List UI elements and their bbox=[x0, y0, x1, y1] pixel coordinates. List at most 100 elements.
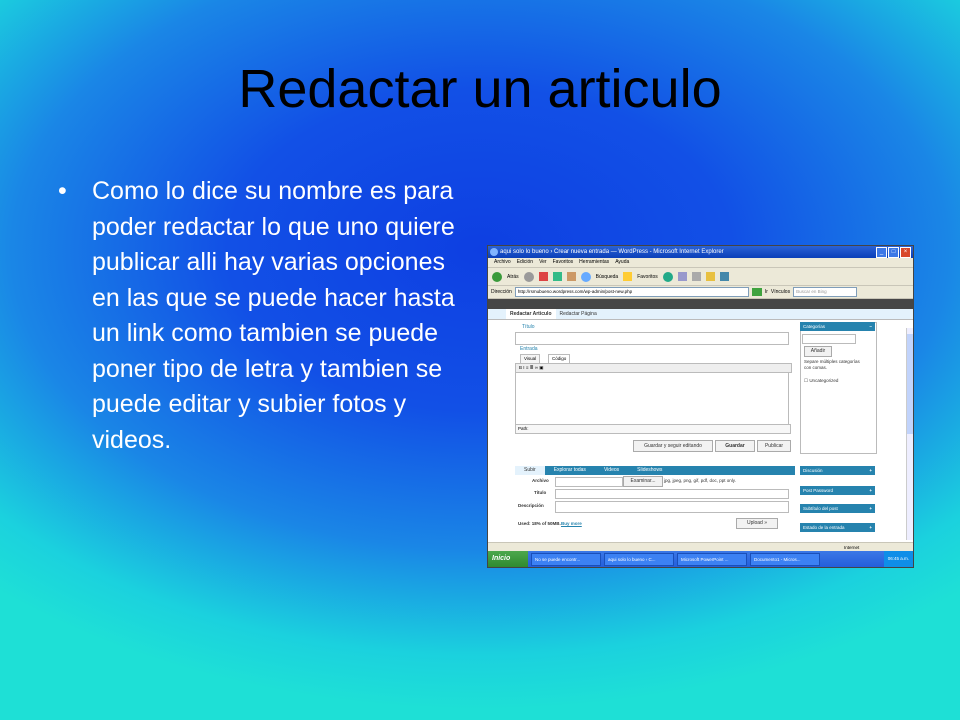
title-input[interactable] bbox=[515, 332, 789, 345]
address-label: Dirección bbox=[491, 289, 512, 295]
description-input[interactable] bbox=[555, 501, 789, 513]
home-icon[interactable] bbox=[566, 272, 576, 281]
menu-favoritos[interactable]: Favoritos bbox=[553, 258, 574, 267]
tab-videos[interactable]: Videos bbox=[595, 466, 628, 475]
post-password-panel[interactable]: Post Password + bbox=[800, 486, 875, 495]
browser-toolbar: Atrás Búsqueda Favoritos bbox=[488, 268, 913, 286]
bullet-dot-icon: • bbox=[58, 177, 67, 205]
close-button[interactable]: × bbox=[900, 247, 911, 258]
buy-more-link[interactable]: Buy more bbox=[561, 521, 582, 526]
folder-icon[interactable] bbox=[705, 272, 715, 281]
go-label[interactable]: Ir bbox=[765, 289, 768, 295]
search-icon[interactable] bbox=[580, 271, 591, 282]
mail-icon[interactable] bbox=[677, 272, 687, 281]
uncategorized-label: Uncategorized bbox=[809, 378, 839, 383]
back-label[interactable]: Atrás bbox=[507, 274, 519, 280]
refresh-icon[interactable] bbox=[552, 272, 562, 281]
image-icon[interactable]: ▣ bbox=[539, 365, 543, 370]
link-icon[interactable]: ∞ bbox=[535, 365, 538, 370]
scroll-thumb[interactable] bbox=[907, 334, 913, 434]
start-button[interactable]: Inicio bbox=[488, 551, 528, 567]
stop-icon[interactable] bbox=[538, 272, 548, 281]
tab-slideshows[interactable]: Slideshows bbox=[628, 466, 671, 475]
back-arrow-icon[interactable] bbox=[492, 271, 502, 282]
italic-icon[interactable]: I bbox=[523, 365, 524, 370]
add-category-button[interactable]: Añadir bbox=[804, 346, 832, 357]
discussion-panel[interactable]: Discusión + bbox=[800, 466, 875, 475]
taskbar-item-1[interactable]: No se puede encontr... bbox=[531, 552, 601, 566]
upload-title-input[interactable] bbox=[555, 489, 789, 499]
tab-explorar-todas[interactable]: Explorar todas bbox=[545, 466, 595, 475]
expand-icon[interactable]: + bbox=[869, 504, 872, 513]
post-status-panel[interactable]: Estado de la entrada + bbox=[800, 523, 875, 532]
expand-icon[interactable]: + bbox=[869, 523, 872, 532]
post-status-label: Estado de la entrada bbox=[803, 525, 845, 530]
system-tray-clock: 06:45 a.m. bbox=[883, 551, 913, 567]
entrada-label: Entrada bbox=[520, 346, 538, 352]
categories-title: Categorías bbox=[803, 324, 826, 329]
post-subtitle-label: Subtítulo del post bbox=[803, 506, 838, 511]
forward-arrow-icon[interactable] bbox=[523, 271, 534, 282]
bullet-text: Como lo dice su nombre es para poder red… bbox=[92, 177, 455, 454]
taskbar-item-2[interactable]: aqui solo lo bueno › C... bbox=[604, 552, 674, 566]
go-arrow-icon[interactable] bbox=[751, 288, 762, 296]
minimize-button[interactable]: _ bbox=[876, 247, 887, 258]
list-icon[interactable]: ≡ bbox=[526, 365, 529, 370]
print-icon[interactable] bbox=[691, 272, 701, 281]
address-bar: Dirección http://rsmubueno.wordpress.com… bbox=[488, 286, 913, 299]
slide-background: Redactar un articulo • Como lo dice su n… bbox=[0, 0, 960, 720]
post-password-label: Post Password bbox=[803, 488, 834, 493]
uncategorized-checkbox-row[interactable]: ☐ Uncategorized bbox=[804, 378, 838, 384]
wp-editor-area: Título Entrada Visual Código B I ≡ ≣ ∞ ▣… bbox=[488, 322, 913, 540]
messenger-icon[interactable] bbox=[719, 272, 729, 281]
menu-archivo[interactable]: Archivo bbox=[494, 258, 511, 267]
post-subtitle-panel[interactable]: Subtítulo del post + bbox=[800, 504, 875, 513]
vertical-scrollbar[interactable] bbox=[906, 328, 913, 540]
expand-icon[interactable]: + bbox=[869, 486, 872, 495]
bold-icon[interactable]: B bbox=[519, 365, 522, 370]
collapse-icon[interactable]: − bbox=[869, 322, 872, 331]
usage-text: Used: 18% of 50MB. bbox=[518, 521, 561, 526]
upload-button[interactable]: Upload » bbox=[736, 518, 778, 529]
categories-hint: Separe múltiples categorías con comas. bbox=[804, 359, 860, 370]
menu-ver[interactable]: Ver bbox=[539, 258, 547, 267]
publish-button[interactable]: Publicar bbox=[757, 440, 791, 452]
menu-bar: Archivo Edición Ver Favoritos Herramient… bbox=[488, 258, 913, 268]
expand-icon[interactable]: + bbox=[869, 466, 872, 475]
favorites-star-icon[interactable] bbox=[623, 272, 633, 281]
tab-redactar-pagina[interactable]: Redactar Página bbox=[556, 309, 601, 319]
wp-admin-header bbox=[488, 299, 913, 309]
save-button[interactable]: Guardar bbox=[715, 440, 755, 452]
upload-tabs: Subir Explorar todas Videos Slideshows bbox=[515, 466, 795, 475]
checkbox-icon[interactable]: ☐ bbox=[804, 378, 808, 383]
history-icon[interactable] bbox=[662, 271, 673, 282]
menu-herramientas[interactable]: Herramientas bbox=[579, 258, 609, 267]
save-continue-button[interactable]: Guardar y seguir editando bbox=[633, 440, 713, 452]
post-content-textarea[interactable] bbox=[515, 372, 789, 426]
upload-titulo-label: Título bbox=[534, 490, 547, 495]
address-input[interactable]: http://rsmubueno.wordpress.com/wp-admin/… bbox=[514, 287, 749, 297]
maximize-button[interactable]: □ bbox=[888, 247, 899, 258]
path-bar: Path: bbox=[515, 424, 791, 434]
tab-redactar-articulo[interactable]: Redactar Articulo bbox=[506, 309, 556, 319]
examinar-button[interactable]: Examinar... bbox=[623, 476, 663, 487]
align-icon[interactable]: ≣ bbox=[530, 365, 534, 370]
wp-tabs: Redactar Articulo Redactar Página bbox=[488, 309, 913, 320]
links-label[interactable]: Vínculos bbox=[771, 289, 790, 295]
category-input[interactable] bbox=[802, 334, 856, 344]
window-title: aqui solo lo bueno › Crear nueva entrada… bbox=[500, 249, 724, 255]
search-label[interactable]: Búsqueda bbox=[596, 274, 619, 280]
categories-header[interactable]: Categorías − bbox=[800, 322, 875, 331]
archivo-label: Archivo bbox=[532, 478, 549, 483]
discussion-label: Discusión bbox=[803, 468, 823, 473]
taskbar-item-4[interactable]: Documento1 - Micros... bbox=[750, 552, 820, 566]
favorites-label[interactable]: Favoritos bbox=[637, 274, 658, 280]
taskbar-item-3[interactable]: Microsoft PowerPoint ... bbox=[677, 552, 747, 566]
slide-title: Redactar un articulo bbox=[238, 59, 722, 119]
descripcion-label: Descripción bbox=[518, 503, 544, 508]
bing-search-input[interactable]: Buscar en Bing bbox=[793, 287, 858, 297]
file-input[interactable] bbox=[555, 477, 623, 487]
menu-ayuda[interactable]: Ayuda bbox=[615, 258, 629, 267]
tab-subir[interactable]: Subir bbox=[515, 466, 545, 475]
menu-edicion[interactable]: Edición bbox=[517, 258, 533, 267]
